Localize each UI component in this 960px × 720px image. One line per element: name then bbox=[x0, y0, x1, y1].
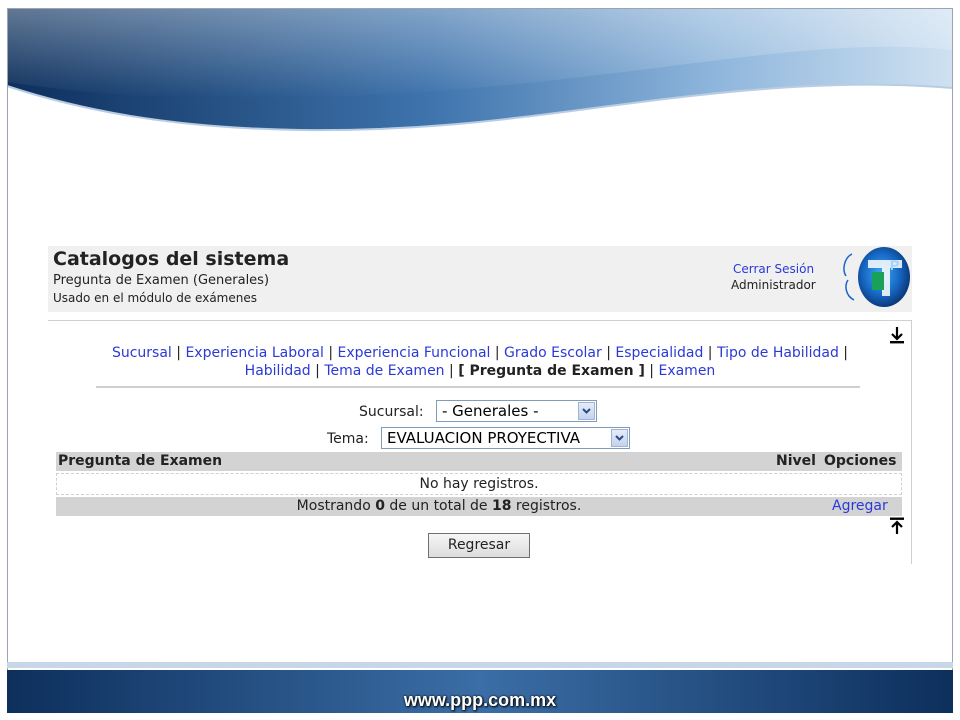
tema-label: Tema: bbox=[327, 431, 369, 447]
footer-url: www.ppp.com.mx bbox=[403, 690, 557, 710]
nav-separator: | bbox=[707, 345, 713, 361]
summary-prefix: Mostrando bbox=[296, 498, 371, 514]
page-description: Usado en el módulo de exámenes bbox=[53, 291, 257, 305]
nav-separator: | bbox=[649, 363, 655, 379]
nav-separator: | bbox=[315, 363, 320, 379]
sucursal-label: Sucursal: bbox=[359, 404, 424, 420]
records-summary: Mostrando 0 de un total de 18 registros. bbox=[56, 498, 822, 514]
nav-habilidad[interactable]: Habilidad bbox=[245, 363, 311, 379]
sucursal-select[interactable]: - Generales - bbox=[436, 400, 597, 422]
user-role: Administrador bbox=[731, 278, 816, 292]
chevron-down-icon[interactable] bbox=[578, 402, 595, 420]
nav-especialidad[interactable]: Especialidad bbox=[615, 345, 703, 361]
nav-separator: | bbox=[494, 345, 500, 361]
nav-separator: | bbox=[606, 345, 611, 361]
back-button[interactable]: Regresar bbox=[428, 533, 530, 558]
scroll-top-icon[interactable] bbox=[888, 516, 906, 536]
sucursal-select-value: - Generales - bbox=[442, 402, 539, 420]
chevron-down-icon[interactable] bbox=[611, 429, 628, 447]
nav-experiencia-laboral[interactable]: Experiencia Laboral bbox=[185, 345, 323, 361]
tema-select-value: EVALUACION PROYECTIVA bbox=[387, 429, 581, 447]
logout-link[interactable]: Cerrar Sesión bbox=[733, 262, 814, 276]
empty-message: No hay registros. bbox=[56, 473, 902, 495]
nav-grado-escolar[interactable]: Grado Escolar bbox=[504, 345, 602, 361]
table-header: Pregunta de Examen Nivel Opciones bbox=[56, 452, 902, 471]
column-opciones: Opciones bbox=[824, 453, 897, 469]
nav-experiencia-funcional[interactable]: Experiencia Funcional bbox=[338, 345, 491, 361]
shown-count: 0 bbox=[375, 498, 385, 514]
table-footer: Mostrando 0 de un total de 18 registros.… bbox=[56, 497, 902, 516]
nav-pregunta-de-examen-current: [ Pregunta de Examen ] bbox=[458, 363, 645, 379]
page-title: Catalogos del sistema bbox=[53, 248, 290, 270]
catalog-nav: Sucursal | Experiencia Laboral | Experie… bbox=[70, 344, 890, 380]
add-link[interactable]: Agregar bbox=[832, 498, 888, 514]
scroll-bottom-icon[interactable] bbox=[888, 325, 906, 345]
nav-separator: | bbox=[328, 345, 334, 361]
nav-tipo-de-habilidad[interactable]: Tipo de Habilidad bbox=[717, 345, 839, 361]
nav-divider bbox=[96, 386, 860, 388]
tema-select[interactable]: EVALUACION PROYECTIVA bbox=[381, 427, 630, 449]
nav-separator: | bbox=[843, 345, 849, 361]
summary-suffix: registros. bbox=[515, 498, 582, 514]
app-header: Catalogos del sistema Pregunta de Examen… bbox=[48, 246, 912, 312]
summary-middle: de un total de bbox=[389, 498, 488, 514]
ppp-logo: P bbox=[843, 247, 910, 307]
total-count: 18 bbox=[491, 498, 512, 514]
nav-examen[interactable]: Examen bbox=[658, 363, 715, 379]
nav-separator: | bbox=[176, 345, 181, 361]
column-nivel: Nivel bbox=[776, 453, 816, 469]
nav-sucursal[interactable]: Sucursal bbox=[112, 345, 172, 361]
nav-tema-de-examen[interactable]: Tema de Examen bbox=[324, 363, 444, 379]
page-subtitle: Pregunta de Examen (Generales) bbox=[53, 273, 270, 288]
svg-text:P: P bbox=[890, 257, 899, 273]
column-pregunta: Pregunta de Examen bbox=[58, 453, 223, 469]
nav-separator: | bbox=[449, 363, 454, 379]
